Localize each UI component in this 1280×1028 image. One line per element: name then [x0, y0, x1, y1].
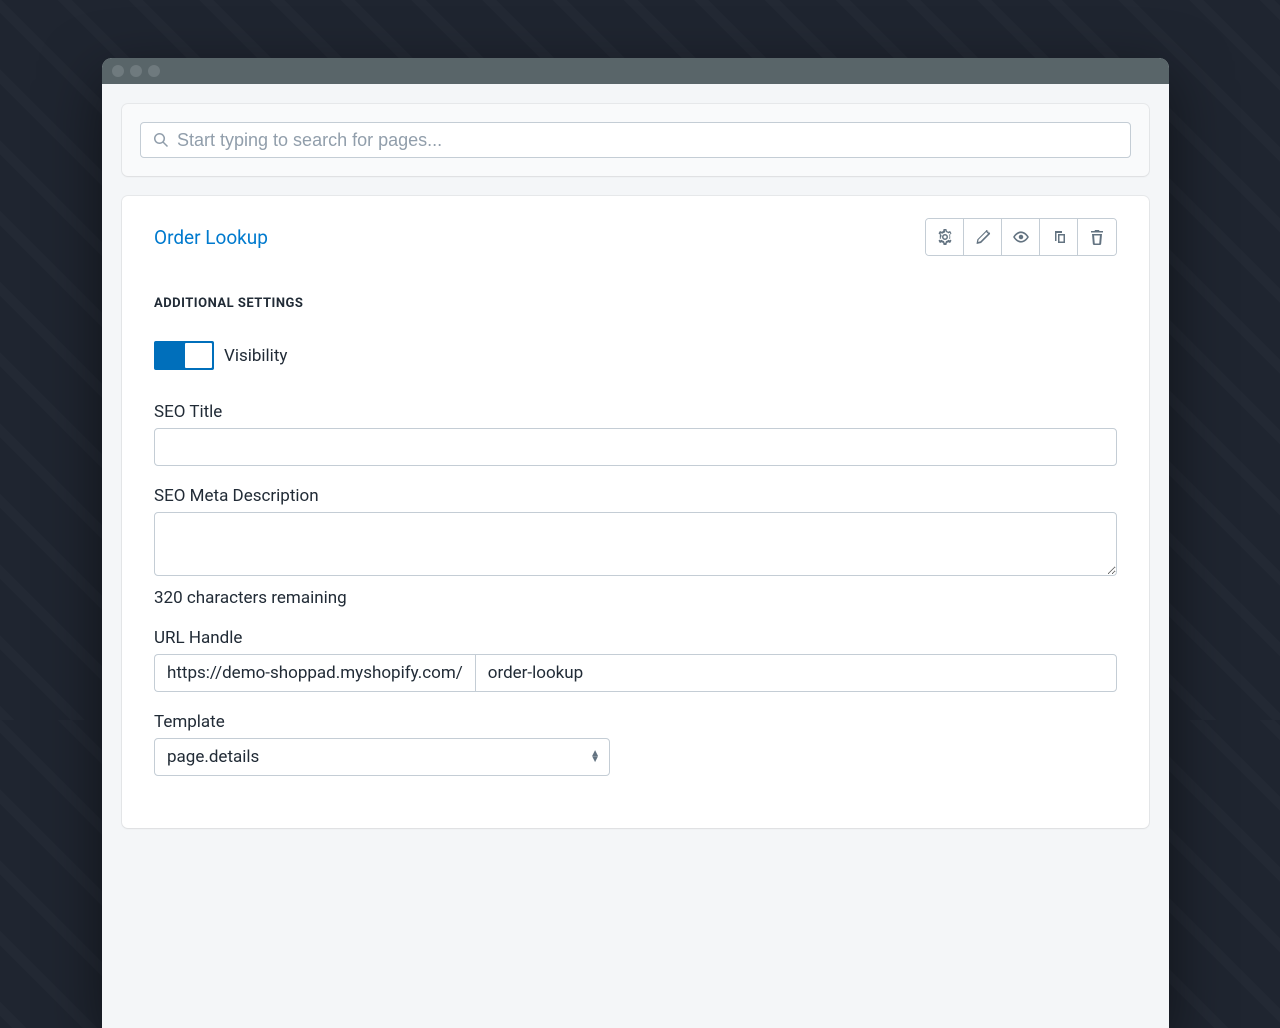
- url-handle-field: URL Handle https://demo-shoppad.myshopif…: [154, 628, 1117, 692]
- minimize-window-button[interactable]: [130, 65, 142, 77]
- visibility-label: Visibility: [224, 346, 287, 366]
- search-card: [122, 104, 1149, 176]
- seo-meta-field: SEO Meta Description 320 characters rema…: [154, 486, 1117, 608]
- seo-meta-textarea[interactable]: [154, 512, 1117, 576]
- url-slug-input[interactable]: [475, 654, 1117, 692]
- seo-title-input[interactable]: [154, 428, 1117, 466]
- toggle-knob: [185, 343, 212, 368]
- url-row: https://demo-shoppad.myshopify.com/: [154, 654, 1117, 692]
- content-area: Order Lookup: [102, 104, 1169, 828]
- visibility-row: Visibility: [154, 341, 1117, 370]
- delete-button[interactable]: [1078, 219, 1116, 255]
- gear-icon: [937, 229, 953, 245]
- url-prefix: https://demo-shoppad.myshopify.com/: [154, 654, 475, 692]
- pencil-icon: [975, 229, 991, 245]
- seo-title-label: SEO Title: [154, 402, 1117, 422]
- visibility-toggle[interactable]: [154, 341, 214, 370]
- search-input[interactable]: [177, 130, 1118, 151]
- close-window-button[interactable]: [112, 65, 124, 77]
- window-titlebar: [102, 58, 1169, 84]
- search-input-wrap: [140, 122, 1131, 158]
- action-button-group: [925, 218, 1117, 256]
- browser-window: Order Lookup: [102, 58, 1169, 1028]
- seo-meta-label: SEO Meta Description: [154, 486, 1117, 506]
- template-field: Template page.details ▲▼: [154, 712, 1117, 776]
- seo-meta-help: 320 characters remaining: [154, 588, 1117, 608]
- settings-button[interactable]: [926, 219, 964, 255]
- main-card: Order Lookup: [122, 196, 1149, 828]
- template-select[interactable]: page.details: [154, 738, 610, 776]
- edit-button[interactable]: [964, 219, 1002, 255]
- page-title[interactable]: Order Lookup: [154, 226, 268, 249]
- template-select-wrap: page.details ▲▼: [154, 738, 610, 776]
- template-label: Template: [154, 712, 1117, 732]
- section-heading: ADDITIONAL SETTINGS: [154, 296, 1117, 311]
- maximize-window-button[interactable]: [148, 65, 160, 77]
- view-button[interactable]: [1002, 219, 1040, 255]
- copy-icon: [1051, 229, 1067, 245]
- url-handle-label: URL Handle: [154, 628, 1117, 648]
- eye-icon: [1012, 228, 1030, 246]
- duplicate-button[interactable]: [1040, 219, 1078, 255]
- card-header: Order Lookup: [154, 218, 1117, 256]
- seo-title-field: SEO Title: [154, 402, 1117, 466]
- trash-icon: [1089, 229, 1105, 245]
- search-icon: [153, 132, 169, 148]
